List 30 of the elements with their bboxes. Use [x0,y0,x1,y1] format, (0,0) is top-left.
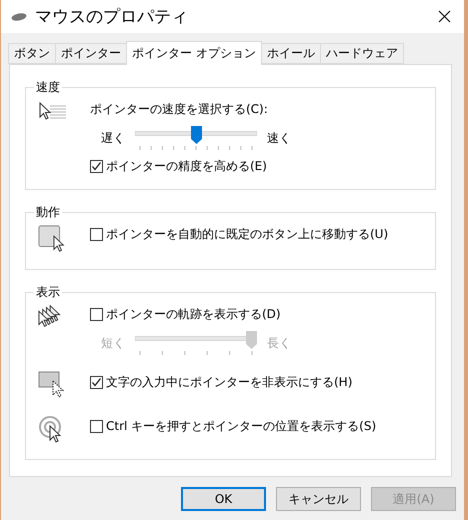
tab[interactable]: ホイール [260,43,321,64]
slider-max-label: 速く [267,130,291,146]
tab[interactable]: ポインター オプション [126,41,262,65]
group-title: 表示 [35,284,61,301]
checkbox[interactable] [90,420,103,433]
slider[interactable] [135,126,257,150]
tab[interactable]: ポインター [55,43,127,64]
tab[interactable]: ボタン [8,43,56,64]
checkbox-label[interactable]: ポインターの軌跡を表示する(D) [106,306,281,323]
window-title: マウスのプロパティ [35,6,189,28]
checkbox-label[interactable]: Ctrl キーを押すとポインターの位置を表示する(S) [106,418,376,435]
slider-min-label: 遅く [101,130,125,146]
checkbox-label[interactable]: ポインターの精度を高める(E) [106,158,267,175]
checkbox-label[interactable]: 文字の入力中にポインターを非表示にする(H) [106,374,352,391]
slider-caption: ポインターの速度を選択する(C): [90,101,269,118]
tab[interactable]: ハードウェア [320,43,404,64]
slider-thumb[interactable] [190,126,202,144]
slider-max-label: 長く [267,334,291,352]
checkbox[interactable] [90,308,103,321]
dialog-button[interactable]: OK [181,487,266,511]
group-title: 動作 [35,204,61,221]
slider-min-label: 短く [101,334,125,352]
checkbox[interactable] [90,160,103,173]
group-title: 速度 [35,79,61,96]
close-button[interactable] [436,8,452,24]
checkbox[interactable] [90,228,103,241]
checkbox-label[interactable]: ポインターを自動的に既定のボタン上に移動する(U) [106,226,388,243]
mouse-icon [11,12,27,22]
dialog-button[interactable]: キャンセル [276,487,361,511]
checkbox[interactable] [90,376,103,389]
